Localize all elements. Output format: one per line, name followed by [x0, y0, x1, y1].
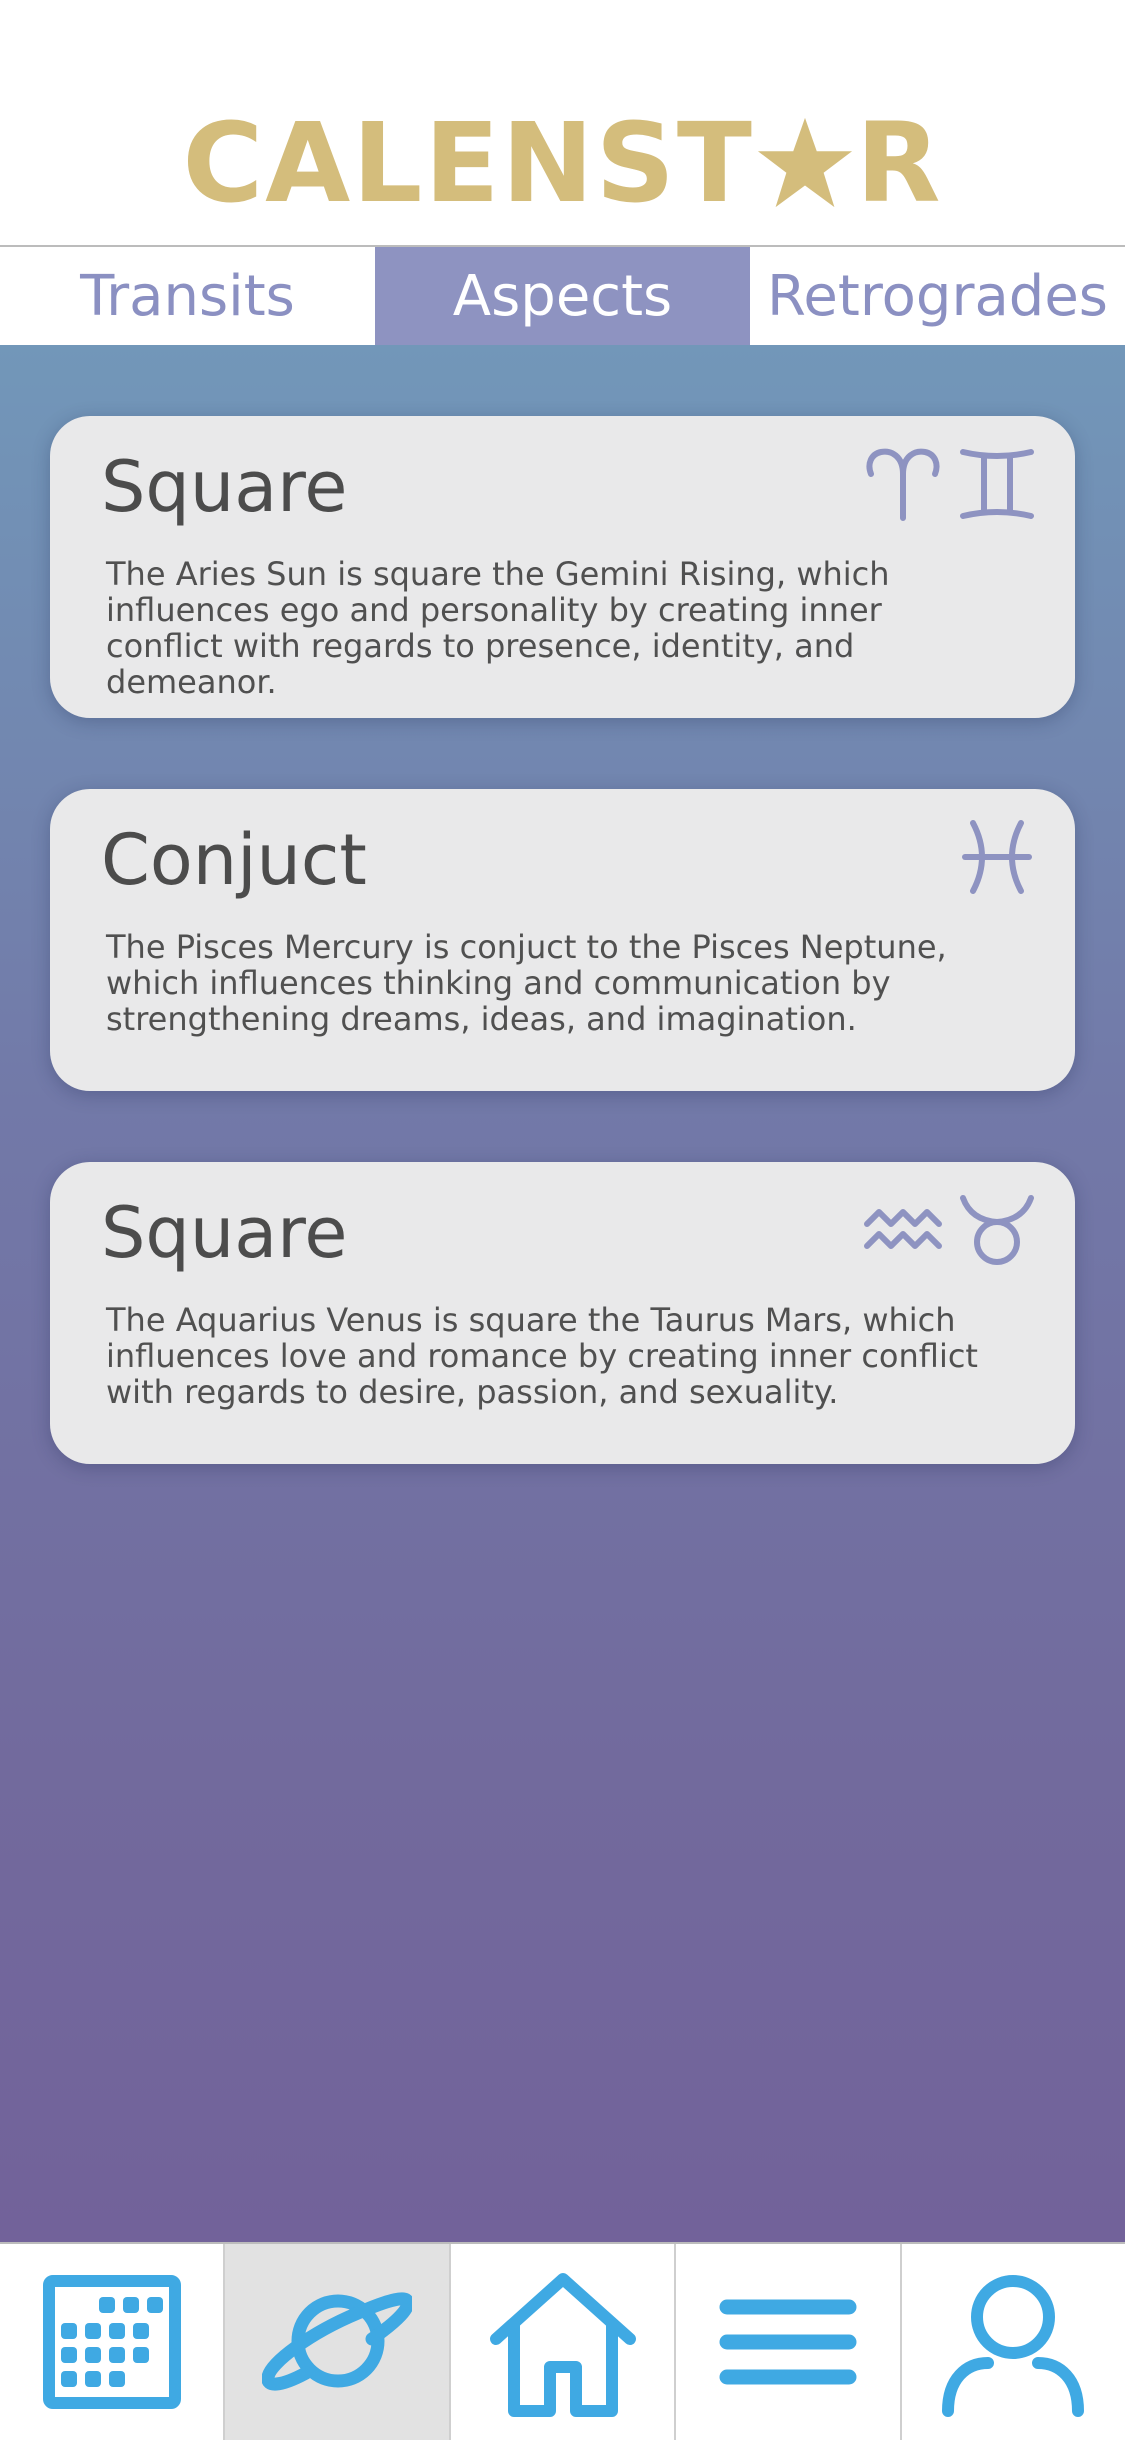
aquarius-icon — [863, 1190, 943, 1270]
aspects-list: Square The Aries Sun is square the Gemin… — [0, 345, 1125, 2242]
aspect-card[interactable]: Square The Aquarius Venus is square the … — [50, 1162, 1075, 1464]
nav-calendar[interactable] — [0, 2244, 226, 2440]
tab-aspects[interactable]: Aspects — [375, 247, 750, 345]
nav-home[interactable] — [451, 2244, 677, 2440]
aspect-card[interactable]: Square The Aries Sun is square the Gemin… — [50, 416, 1075, 718]
zodiac-icons — [863, 1190, 1037, 1270]
calendar-icon — [37, 2267, 187, 2417]
logo-text: CALENST — [182, 99, 754, 227]
tab-bar: Transits Aspects Retrogrades — [0, 245, 1125, 345]
aspect-description: The Aries Sun is square the Gemini Risin… — [106, 555, 890, 701]
aspect-title: Square — [101, 446, 348, 528]
bottom-nav — [0, 2242, 1125, 2440]
logo-text-end: R — [855, 99, 943, 227]
home-icon — [488, 2267, 638, 2417]
nav-planet[interactable] — [225, 2244, 451, 2440]
taurus-icon — [957, 1190, 1037, 1270]
gemini-icon — [957, 444, 1037, 524]
aspect-description: The Pisces Mercury is conjuct to the Pis… — [106, 928, 947, 1038]
aspect-description: The Aquarius Venus is square the Taurus … — [106, 1301, 978, 1411]
zodiac-icons — [863, 444, 1037, 524]
profile-icon — [938, 2267, 1088, 2417]
aries-icon — [863, 444, 943, 524]
header: CALENST R — [0, 0, 1125, 245]
app-logo: CALENST R — [0, 108, 1125, 218]
aspect-card[interactable]: Conjuct The Pisces Mercury is conjuct to… — [50, 789, 1075, 1091]
aspect-title: Conjuct — [101, 819, 367, 901]
tab-retrogrades[interactable]: Retrogrades — [750, 247, 1125, 345]
nav-menu[interactable] — [676, 2244, 902, 2440]
planet-icon — [262, 2267, 413, 2417]
nav-profile[interactable] — [902, 2244, 1125, 2440]
zodiac-icons — [957, 817, 1037, 897]
tab-transits[interactable]: Transits — [0, 247, 375, 345]
pisces-icon — [957, 817, 1037, 897]
aspect-title: Square — [101, 1192, 348, 1274]
menu-icon — [713, 2267, 863, 2417]
star-icon — [756, 114, 854, 212]
